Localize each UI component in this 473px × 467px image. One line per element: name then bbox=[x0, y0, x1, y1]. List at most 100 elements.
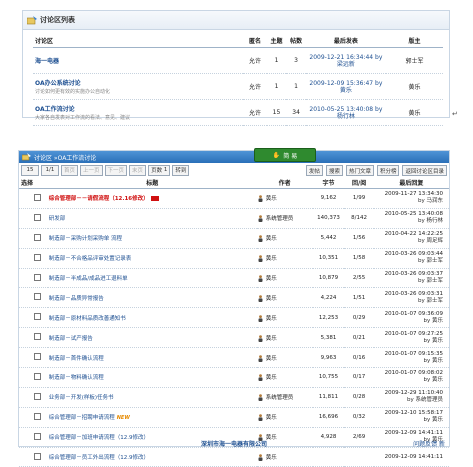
user-icon bbox=[258, 414, 263, 422]
thread-checkbox[interactable] bbox=[34, 412, 41, 420]
thread-title-link[interactable]: 制造部－品质异常报告 bbox=[49, 296, 104, 302]
forum-last-time: 2009-12-21 16:34:44 by bbox=[309, 53, 383, 61]
thread-last-by: by 郭士军 bbox=[418, 258, 443, 265]
next-page-button[interactable]: 下一页 bbox=[104, 164, 128, 176]
thread-checkbox[interactable] bbox=[34, 253, 41, 261]
col-last-reply: 最后回复 bbox=[373, 177, 449, 189]
thread-checkbox[interactable] bbox=[34, 273, 41, 281]
thread-bytes: 9,162 bbox=[312, 188, 345, 209]
forum-posts: 3 bbox=[286, 47, 306, 74]
thread-checkbox[interactable] bbox=[34, 392, 41, 400]
thread-replies-views: 1/51 bbox=[344, 287, 374, 309]
page-number-input[interactable]: 1 bbox=[164, 167, 168, 173]
prev-page-button[interactable]: 上一页 bbox=[80, 164, 103, 176]
new-post-button[interactable]: 发帖 bbox=[305, 165, 323, 176]
forum-last-user[interactable]: 梁远新 bbox=[337, 61, 355, 68]
new-badge: NEW bbox=[116, 415, 130, 422]
last-page-button[interactable]: 末页 bbox=[129, 164, 147, 176]
thread-author: 黄乐 bbox=[265, 256, 277, 263]
thread-row: 综合管理部－招聘申请流程 NEW 黄乐 16,696 0/32 2009-12-10 15… bbox=[19, 407, 449, 428]
search-button[interactable]: 搜索 bbox=[325, 165, 343, 176]
footer-links[interactable]: 问题反馈 新 bbox=[413, 439, 445, 448]
thread-title-link[interactable]: 制造部－原材料品质改善通知书 bbox=[49, 316, 126, 322]
col-select: 选择 bbox=[19, 177, 48, 189]
hot-articles-button[interactable]: 热门文章 bbox=[345, 165, 374, 176]
thread-bytes: 9,963 bbox=[312, 347, 345, 369]
thread-title-link[interactable]: 研发部 bbox=[49, 216, 66, 222]
page-index-field: 1/1 bbox=[41, 164, 59, 176]
thread-author: 黄乐 bbox=[265, 236, 277, 243]
thread-last-time: 2009-12-29 11:10:40 bbox=[384, 390, 443, 397]
thread-checkbox[interactable] bbox=[34, 233, 41, 241]
forum-link[interactable]: 海一电器 bbox=[35, 58, 59, 65]
forum-icon bbox=[22, 153, 31, 161]
thread-title-link[interactable]: 制造部－物料确认流程 bbox=[49, 375, 104, 381]
thread-replies-views: 0/17 bbox=[344, 367, 374, 388]
goto-button[interactable]: 转到 bbox=[172, 164, 190, 176]
thread-last-time: 2010-05-25 13:40:08 bbox=[384, 211, 443, 218]
thread-title-link[interactable]: 业务部－开发(样板)任务书 bbox=[49, 395, 114, 401]
forum-last-user[interactable]: 杨行林 bbox=[337, 113, 355, 120]
thread-author: 系统管理员 bbox=[265, 216, 294, 223]
thread-title-link[interactable]: 制造部－半成品/成品进工退料单 bbox=[49, 276, 128, 282]
thread-title-link[interactable]: 制造部－采购计划采购单 流程 bbox=[49, 236, 122, 242]
user-icon bbox=[258, 374, 263, 382]
thread-title-link[interactable]: 制造部－试产报告 bbox=[49, 336, 93, 342]
footer-company: 深圳市海一电器有限公司 bbox=[200, 441, 267, 448]
thread-checkbox[interactable] bbox=[34, 372, 41, 380]
thread-bytes: 10,879 bbox=[312, 268, 345, 289]
thread-row: 研发部 系统管理员 140,373 8/142 2010-05-25 13:40:08 b… bbox=[19, 208, 449, 229]
forum-link[interactable]: OA工作流讨论 bbox=[35, 106, 75, 113]
thread-title-link[interactable]: 综合管理部－－请假流程（12.16修改） bbox=[49, 196, 149, 202]
thread-title-link[interactable]: 制造部－不合格品评审处置记录表 bbox=[49, 256, 132, 262]
col-forum: 讨论区 bbox=[33, 33, 244, 48]
thread-checkbox[interactable] bbox=[34, 293, 41, 301]
thread-checkbox[interactable] bbox=[34, 353, 41, 361]
footer: 深圳市海一电器有限公司 问题反馈 新 bbox=[19, 439, 449, 448]
thread-last-by: by 郭士军 bbox=[418, 297, 443, 304]
thread-table-header: 选择 标题 作者 字节 回/阅 最后回复 bbox=[19, 177, 449, 189]
forum-last-user[interactable]: 黄乐 bbox=[340, 87, 352, 94]
col-bytes: 字节 bbox=[312, 177, 345, 189]
thread-row: 制造部－试产报告 黄乐 5,381 0/21 2010-01-07 09:27:25 by… bbox=[19, 327, 449, 349]
first-page-button[interactable]: 首页 bbox=[61, 164, 79, 176]
thread-title-link[interactable]: 制造部－首件确认流程 bbox=[49, 356, 104, 362]
thread-replies-views: 1/99 bbox=[344, 188, 374, 209]
forum-row: OA办公系统讨论 讨论如何更有效的实施办公自动化 允许 1 1 2009-12-0… bbox=[33, 73, 443, 100]
thread-title-link[interactable]: 综合管理部－员工外出流程（12.9修改） bbox=[49, 455, 149, 461]
user-icon bbox=[258, 195, 263, 203]
thread-last-time: 2010-04-22 14:22:25 bbox=[384, 231, 443, 238]
thread-checkbox[interactable] bbox=[34, 452, 41, 460]
thread-last-time: 2010-01-07 09:08:02 bbox=[384, 370, 443, 377]
forum-list-title: 讨论区列表 bbox=[40, 16, 75, 24]
thread-row: 综合管理部－员工外出流程（12.9修改） 黄乐 2009-12-09 14:41:1… bbox=[19, 447, 449, 467]
thread-last-time: 2010-03-26 09:03:31 bbox=[384, 290, 443, 297]
forum-link[interactable]: OA办公系统讨论 bbox=[35, 80, 81, 87]
thread-last-by: by 黄乐 bbox=[423, 357, 444, 364]
col-moderator: 版主 bbox=[385, 33, 443, 48]
thread-author: 黄乐 bbox=[265, 415, 277, 422]
thread-last-by: by 马润东 bbox=[418, 198, 443, 205]
thread-last-time: 2009-12-10 15:58:17 bbox=[384, 410, 443, 417]
thread-last-by: by 系统管理员 bbox=[407, 397, 443, 404]
thread-bytes bbox=[312, 447, 345, 467]
col-replies-views: 回/阅 bbox=[344, 177, 374, 189]
simple-search-label: 简 易 bbox=[283, 152, 298, 160]
simple-search-button[interactable]: ✋ 简 易 bbox=[254, 148, 316, 162]
thread-title-link[interactable]: 综合管理部－招聘申请流程 bbox=[49, 415, 115, 421]
forum-anon: 允许 bbox=[243, 47, 267, 74]
user-icon bbox=[258, 354, 263, 362]
thread-checkbox[interactable] bbox=[34, 193, 41, 201]
thread-author: 黄乐 bbox=[265, 355, 277, 362]
page-size-field[interactable]: 15 bbox=[21, 164, 39, 176]
thread-row: 制造部－首件确认流程 黄乐 9,963 0/16 2010-01-07 09:15:35… bbox=[19, 347, 449, 369]
back-to-forums-button[interactable]: 返回讨论区目录 bbox=[402, 165, 447, 176]
breadcrumb-text[interactable]: 讨论区 »OA工作流讨论 bbox=[34, 153, 96, 162]
thread-bytes: 140,373 bbox=[312, 208, 345, 229]
points-ranking-button[interactable]: 积分榜 bbox=[376, 165, 400, 176]
thread-checkbox[interactable] bbox=[34, 213, 41, 221]
forum-posts: 34 bbox=[286, 99, 306, 126]
thread-checkbox[interactable] bbox=[34, 333, 41, 341]
thread-checkbox[interactable] bbox=[34, 313, 41, 321]
thread-author: 黄乐 bbox=[265, 276, 277, 282]
